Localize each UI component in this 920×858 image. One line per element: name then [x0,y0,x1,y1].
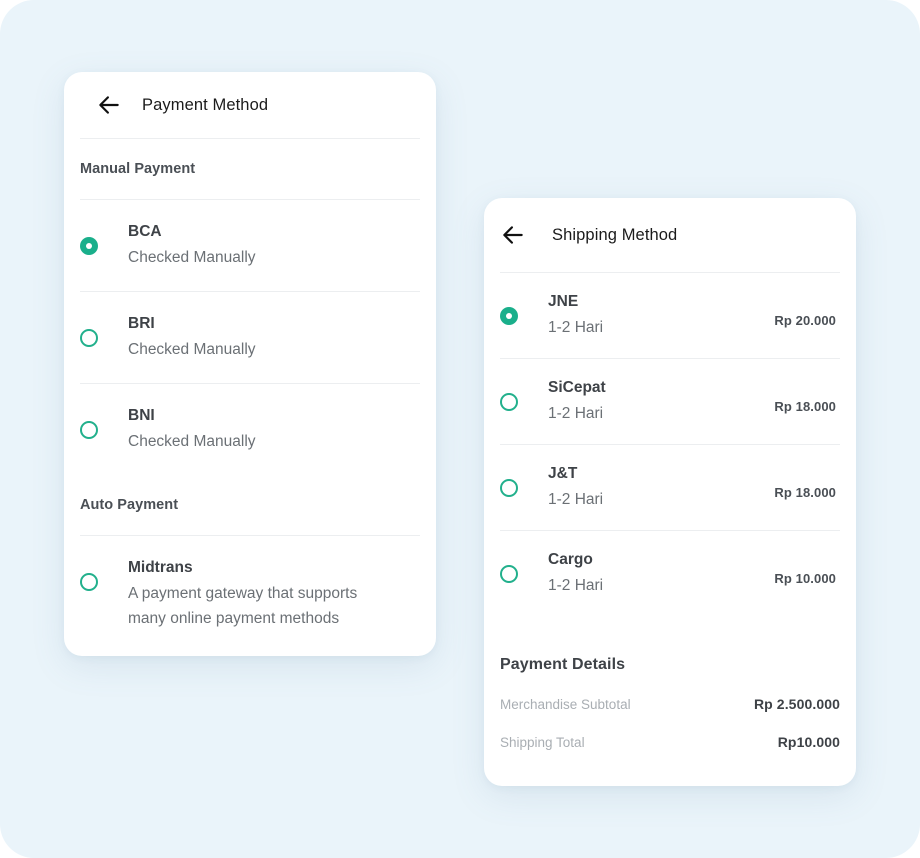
payment-details-label: Shipping Total [500,735,585,750]
shipping-option-cargo[interactable]: Cargo 1-2 Hari Rp 10.000 [484,531,856,616]
payment-option-bca[interactable]: BCA Checked Manually [64,200,436,291]
shipping-option-price: Rp 18.000 [774,485,836,500]
shipping-option-price: Rp 18.000 [774,399,836,414]
payment-option-description: Checked Manually [128,249,256,266]
shipping-option-text: JNE 1-2 Hari [548,291,774,340]
section-label-manual-payment: Manual Payment [80,161,196,177]
payment-details-row-merchandise-subtotal: Merchandise Subtotal Rp 2.500.000 [484,696,856,712]
payment-option-name: BCA [128,223,162,240]
radio-midtrans[interactable] [80,573,98,591]
payment-option-description: Checked Manually [128,341,256,358]
payment-option-text: Midtrans A payment gateway that supports… [128,557,393,631]
payment-method-header: Payment Method [64,72,436,138]
payment-method-card: Payment Method Manual Payment BCA Checke… [64,72,436,656]
arrow-left-icon[interactable] [500,222,526,248]
payment-details-row-shipping-total: Shipping Total Rp10.000 [484,734,856,750]
payment-option-description: Checked Manually [128,433,256,450]
payment-option-name: Midtrans [128,559,193,576]
shipping-option-eta: 1-2 Hari [548,577,604,594]
shipping-option-name: SiCepat [548,379,606,396]
shipping-option-price: Rp 20.000 [774,313,836,328]
app-canvas: Payment Method Manual Payment BCA Checke… [0,0,920,858]
shipping-option-jne[interactable]: JNE 1-2 Hari Rp 20.000 [484,273,856,358]
payment-option-description: A payment gateway that supports many onl… [128,585,358,627]
payment-option-name: BNI [128,407,155,424]
arrow-left-icon[interactable] [96,92,122,118]
payment-details-value: Rp 2.500.000 [753,696,840,712]
radio-bni[interactable] [80,421,98,439]
radio-jnt[interactable] [500,479,518,497]
shipping-option-name: JNE [548,293,579,310]
payment-option-name: BRI [128,315,155,332]
shipping-option-eta: 1-2 Hari [548,491,604,508]
shipping-option-text: Cargo 1-2 Hari [548,549,774,598]
radio-bri[interactable] [80,329,98,347]
shipping-option-jnt[interactable]: J&T 1-2 Hari Rp 18.000 [484,445,856,530]
radio-bca[interactable] [80,237,98,255]
shipping-option-text: J&T 1-2 Hari [548,463,774,512]
payment-details-title: Payment Details [500,656,626,673]
shipping-option-price: Rp 10.000 [774,571,836,586]
radio-sicepat[interactable] [500,393,518,411]
radio-jne[interactable] [500,307,518,325]
shipping-option-text: SiCepat 1-2 Hari [548,377,774,426]
shipping-option-name: J&T [548,465,578,482]
shipping-method-header: Shipping Method [484,198,856,272]
payment-option-midtrans[interactable]: Midtrans A payment gateway that supports… [64,536,436,652]
radio-cargo[interactable] [500,565,518,583]
payment-option-text: BNI Checked Manually [128,405,256,454]
payment-details-value: Rp10.000 [777,734,840,750]
payment-details-label: Merchandise Subtotal [500,697,631,712]
section-label-auto-payment: Auto Payment [80,497,179,513]
shipping-option-sicepat[interactable]: SiCepat 1-2 Hari Rp 18.000 [484,359,856,444]
shipping-method-card: Shipping Method JNE 1-2 Hari Rp 20.000 S… [484,198,856,786]
payment-option-text: BRI Checked Manually [128,313,256,362]
payment-option-bni[interactable]: BNI Checked Manually [64,384,436,475]
page-title: Payment Method [142,95,269,114]
payment-option-bri[interactable]: BRI Checked Manually [64,292,436,383]
page-title: Shipping Method [552,225,678,244]
payment-option-text: BCA Checked Manually [128,221,256,270]
shipping-option-name: Cargo [548,551,593,568]
shipping-option-eta: 1-2 Hari [548,319,604,336]
shipping-option-eta: 1-2 Hari [548,405,604,422]
